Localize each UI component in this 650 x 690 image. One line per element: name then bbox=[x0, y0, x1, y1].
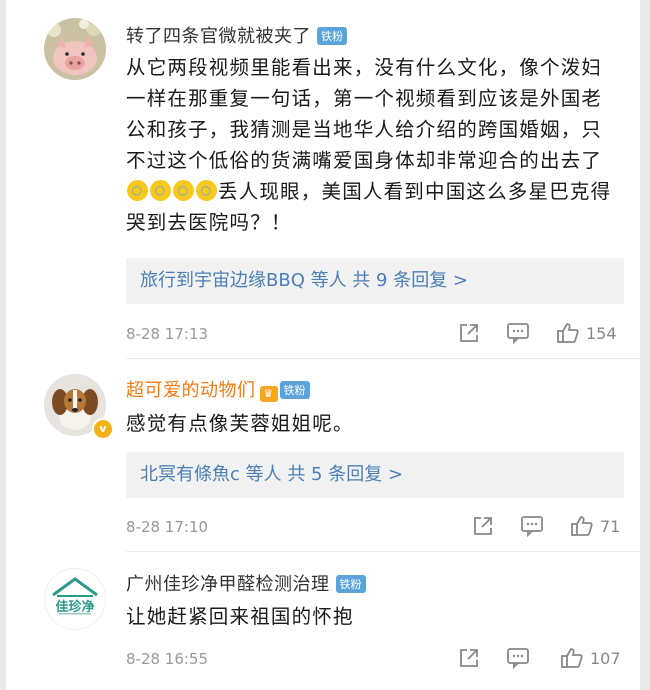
thumbs-up-icon bbox=[557, 323, 579, 343]
avatar[interactable]: 佳珍净 bbox=[44, 568, 106, 630]
thumbs-up-icon bbox=[571, 516, 593, 536]
share-icon bbox=[474, 517, 492, 535]
like-button[interactable]: 107 bbox=[560, 647, 621, 669]
like-count: 154 bbox=[586, 323, 617, 343]
username-text[interactable]: 超可爱的动物们 bbox=[126, 380, 256, 401]
comment-text: 感觉有点像芙蓉姐姐呢。 bbox=[126, 412, 354, 435]
share-icon bbox=[460, 649, 478, 667]
comment-icon bbox=[521, 516, 543, 537]
fan-badge: 铁粉 bbox=[335, 575, 366, 593]
comment-button[interactable] bbox=[520, 515, 544, 537]
comment-text: 让她赶紧回来祖国的怀抱 bbox=[126, 605, 354, 628]
comment-username[interactable]: 超可爱的动物们 ♛ 铁粉 bbox=[126, 376, 310, 402]
comment-icon bbox=[507, 648, 529, 669]
like-count: 107 bbox=[590, 648, 621, 668]
comment-icon bbox=[507, 323, 529, 344]
like-count: 71 bbox=[600, 516, 621, 536]
comment-timestamp: 8-28 17:13 bbox=[126, 325, 209, 343]
laughing-crying-emoji-icon: ○ bbox=[150, 180, 171, 201]
comment-timestamp: 8-28 16:55 bbox=[126, 650, 209, 668]
like-button[interactable]: 154 bbox=[556, 322, 617, 344]
share-button[interactable] bbox=[458, 322, 480, 344]
comment-username[interactable]: 转了四条官微就被夹了 铁粉 bbox=[126, 22, 347, 48]
thumbs-up-icon bbox=[561, 648, 583, 668]
laughing-crying-emoji-icon: ○ bbox=[173, 180, 194, 201]
comment-text: 从它两段视频里能看出来，没有什么文化，像个泼妇一样在那重复一句话，第一个视频看到… bbox=[126, 52, 616, 238]
divider bbox=[126, 358, 640, 359]
username-text[interactable]: 转了四条官微就被夹了 bbox=[126, 26, 311, 47]
share-button[interactable] bbox=[472, 515, 494, 537]
laughing-crying-emoji-icon: ○ bbox=[127, 180, 148, 201]
divider bbox=[126, 551, 640, 552]
replies-summary-link[interactable]: 北冥有條魚c 等人 共 5 条回复 > bbox=[126, 452, 624, 498]
brand-logo-text: 佳珍净 bbox=[55, 600, 95, 615]
fan-badge: 铁粉 bbox=[279, 381, 310, 399]
comment-list: 转了四条官微就被夹了 铁粉 从它两段视频里能看出来，没有什么文化，像个泼妇一样在那… bbox=[6, 0, 640, 690]
share-icon bbox=[460, 324, 478, 342]
laughing-crying-emoji-icon: ○ bbox=[196, 180, 217, 201]
crown-icon: ♛ bbox=[259, 386, 278, 402]
share-button[interactable] bbox=[458, 647, 480, 669]
comment-timestamp: 8-28 17:10 bbox=[126, 518, 209, 536]
username-text[interactable]: 广州佳珍净甲醛检测治理 bbox=[126, 574, 330, 595]
comment-button[interactable] bbox=[506, 647, 530, 669]
like-button[interactable]: 71 bbox=[570, 515, 620, 537]
avatar[interactable] bbox=[44, 18, 106, 80]
comment-username[interactable]: 广州佳珍净甲醛检测治理 铁粉 bbox=[126, 570, 366, 596]
fan-badge: 铁粉 bbox=[317, 27, 347, 45]
comment-button[interactable] bbox=[506, 322, 530, 344]
verified-icon: v bbox=[92, 418, 114, 440]
replies-summary-link[interactable]: 旅行到宇宙边缘BBQ 等人 共 9 条回复 > bbox=[126, 258, 624, 304]
comment-text-part1: 从它两段视频里能看出来，没有什么文化，像个泼妇一样在那重复一句话，第一个视频看到… bbox=[126, 56, 603, 172]
